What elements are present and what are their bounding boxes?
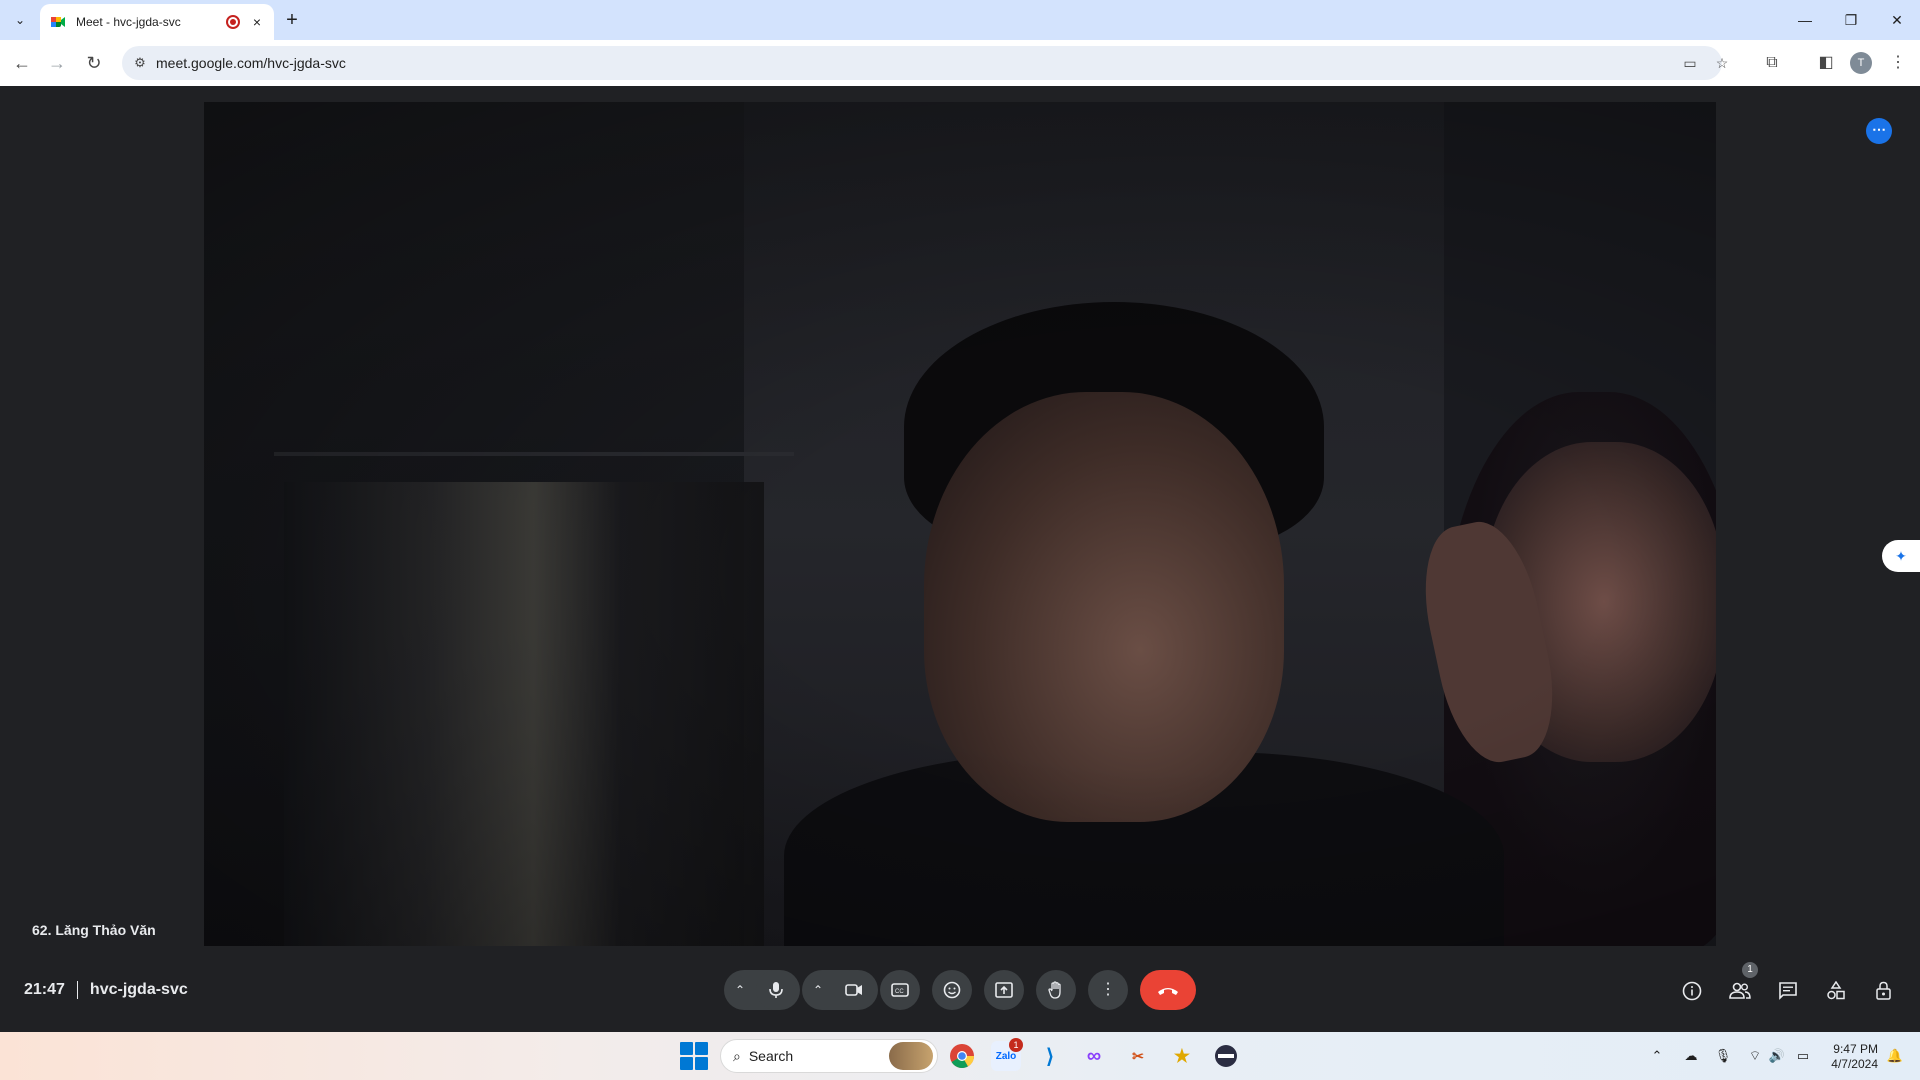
meeting-info: 21:47 hvc-jgda-svc — [24, 981, 188, 999]
audio-settings-chevron-icon[interactable]: ⌃ — [724, 970, 756, 1010]
raise-hand-button[interactable] — [1036, 970, 1076, 1010]
leave-call-button[interactable] — [1140, 970, 1196, 1010]
app-taskbar-icon[interactable] — [1211, 1041, 1241, 1071]
microphone-button[interactable] — [756, 970, 796, 1010]
browser-toolbar: ← → ↻ ⚙ meet.google.com/hvc-jgda-svc ▭ ☆… — [0, 40, 1920, 86]
lock-person-icon — [1876, 981, 1891, 1000]
chat-icon — [1779, 982, 1797, 1001]
minimize-icon[interactable]: — — [1782, 0, 1828, 40]
onedrive-icon[interactable]: ☁ — [1682, 1047, 1700, 1065]
windows-taskbar: ⌕ Search Zalo 1 ⟩ ∞ ✂ ★ ⌃ ☁ 🎙 ⌔ 🔊 ▭ 9:47… — [0, 1032, 1920, 1080]
back-icon[interactable]: ← — [8, 49, 36, 77]
video-vignette — [204, 102, 1716, 952]
hang-up-icon — [1158, 988, 1178, 996]
meet-stage: 62. Lăng Thảo Văn ⋯ ✦ — [0, 86, 1920, 1032]
activities-button[interactable] — [1822, 976, 1850, 1004]
search-icon: ⌕ — [733, 1047, 741, 1064]
tray-microphone-icon[interactable]: 🎙 — [1714, 1047, 1732, 1065]
extensions-icon[interactable]: ⧉ — [1760, 51, 1784, 75]
side-panel-icon[interactable]: ◧ — [1814, 51, 1838, 75]
tab-search-chevron-icon[interactable]: ⌄ — [8, 8, 32, 32]
search-highlight-image — [889, 1042, 933, 1070]
visual-studio-taskbar-icon[interactable]: ∞ — [1079, 1041, 1109, 1071]
camera-button[interactable] — [834, 970, 874, 1010]
more-vert-icon: ⋮ — [1100, 981, 1116, 998]
address-bar[interactable]: ⚙ meet.google.com/hvc-jgda-svc ▭ ☆ — [122, 46, 1728, 80]
tab-title: Meet - hvc-jgda-svc — [76, 15, 181, 29]
participant-name-label: 62. Lăng Thảo Văn — [32, 922, 156, 938]
notifications-bell-icon[interactable]: 🔔 — [1886, 1047, 1904, 1065]
clock-date: 4/7/2024 — [1831, 1057, 1878, 1071]
recording-indicator-icon — [226, 15, 240, 29]
tray-overflow-chevron-icon[interactable]: ⌃ — [1648, 1047, 1666, 1065]
vscode-taskbar-icon[interactable]: ⟩ — [1035, 1041, 1065, 1071]
people-button[interactable] — [1726, 976, 1754, 1004]
clock-time: 9:47 PM — [1833, 1042, 1878, 1056]
site-info-icon[interactable]: ⚙ — [132, 55, 148, 71]
windows-start-icon[interactable] — [680, 1042, 708, 1070]
camera-icon — [845, 983, 862, 996]
captions-icon: CC — [891, 982, 909, 997]
new-tab-button[interactable]: + — [280, 8, 304, 32]
host-controls-button[interactable] — [1870, 976, 1898, 1004]
people-icon — [1729, 982, 1751, 1000]
copilot-taskbar-icon[interactable]: ★ — [1167, 1041, 1197, 1071]
participant-video — [204, 102, 1716, 952]
snipping-tool-taskbar-icon[interactable]: ✂ — [1123, 1041, 1153, 1071]
emoji-icon — [943, 981, 961, 999]
tile-more-options-icon[interactable]: ⋯ — [1866, 118, 1892, 144]
info-icon — [1682, 981, 1702, 1001]
profile-avatar[interactable]: T — [1850, 52, 1872, 74]
browser-tab-strip: ⌄ Meet - hvc-jgda-svc × + — ❐ ✕ — [0, 0, 1920, 40]
taskbar-search[interactable]: ⌕ Search — [720, 1039, 938, 1073]
activities-icon — [1827, 980, 1845, 1000]
bookmark-star-icon[interactable]: ☆ — [1712, 53, 1732, 73]
wifi-icon[interactable]: ⌔ — [1746, 1047, 1764, 1065]
forward-icon[interactable]: → — [43, 49, 71, 77]
restore-icon[interactable]: ❐ — [1828, 0, 1874, 40]
taskbar-search-label: Search — [748, 1048, 794, 1064]
meeting-info-divider — [76, 981, 78, 999]
battery-icon[interactable]: ▭ — [1794, 1047, 1812, 1065]
reactions-button[interactable] — [932, 970, 972, 1010]
meeting-code: hvc-jgda-svc — [89, 981, 188, 998]
meeting-time: 21:47 — [24, 981, 65, 998]
chat-button[interactable] — [1774, 976, 1802, 1004]
present-screen-icon — [995, 981, 1013, 998]
camera-in-use-icon[interactable]: ▭ — [1680, 53, 1700, 73]
chrome-icon — [950, 1044, 974, 1069]
chrome-taskbar-icon[interactable] — [947, 1041, 977, 1071]
tab-close-icon[interactable]: × — [248, 13, 266, 31]
video-settings-chevron-icon[interactable]: ⌃ — [802, 970, 834, 1010]
reload-icon[interactable]: ↻ — [80, 49, 108, 77]
microphone-icon — [769, 981, 783, 998]
taskbar-clock[interactable]: 9:47 PM 4/7/2024 — [1824, 1042, 1878, 1072]
meeting-details-button[interactable] — [1678, 976, 1706, 1004]
volume-icon[interactable]: 🔊 — [1768, 1047, 1786, 1065]
browser-tab-meet[interactable]: Meet - hvc-jgda-svc × — [40, 4, 274, 40]
meet-control-bar: 21:47 hvc-jgda-svc ⌃ ⌃ CC ⋮ 1 — [0, 946, 1920, 1032]
more-options-button[interactable]: ⋮ — [1088, 970, 1128, 1010]
svg-text:CC: CC — [895, 989, 904, 995]
present-screen-button[interactable] — [984, 970, 1024, 1010]
close-window-icon[interactable]: ✕ — [1874, 0, 1920, 40]
microphone-control: ⌃ — [724, 970, 800, 1010]
zalo-notification-badge: 1 — [1009, 1038, 1023, 1052]
google-meet-favicon-icon — [51, 17, 65, 27]
circle-app-icon — [1215, 1045, 1237, 1067]
chrome-menu-icon[interactable]: ⋮ — [1886, 51, 1910, 75]
address-url[interactable]: meet.google.com/hvc-jgda-svc — [156, 55, 346, 71]
camera-control: ⌃ — [802, 970, 878, 1010]
visual-effects-icon[interactable]: ✦ — [1882, 540, 1920, 572]
hand-icon — [1048, 981, 1061, 999]
captions-button[interactable]: CC — [880, 970, 920, 1010]
